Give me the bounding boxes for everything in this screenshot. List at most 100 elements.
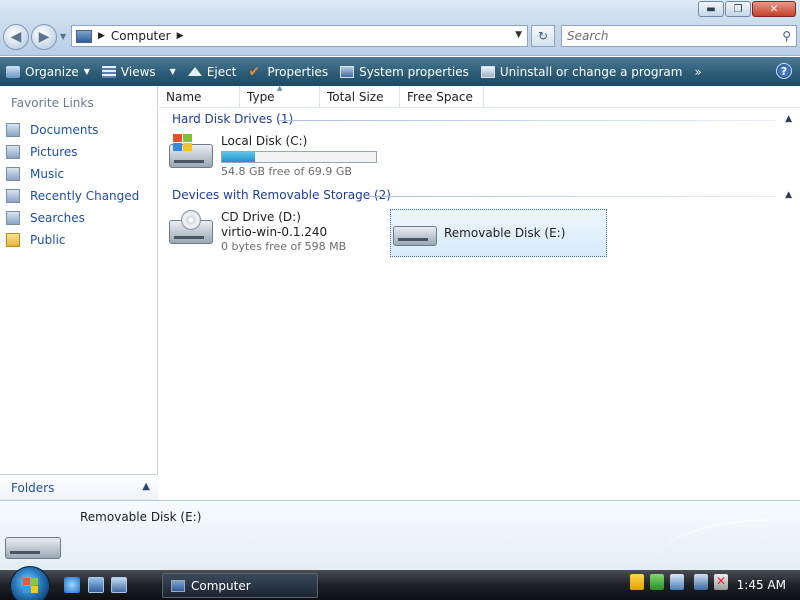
column-header-name[interactable]: Name — [159, 86, 240, 108]
favorite-links-heading: Favorite Links — [11, 96, 94, 110]
capacity-bar — [221, 151, 377, 163]
system-properties-button[interactable]: System properties — [334, 57, 475, 86]
favorite-links-list: Documents Pictures Music Recently Change… — [6, 119, 139, 251]
address-bar[interactable]: ▶ Computer ▶ ▼ — [71, 25, 528, 47]
sidebar-item-label: Pictures — [30, 145, 78, 159]
sidebar-item-searches[interactable]: Searches — [6, 207, 139, 229]
eject-button[interactable]: Eject — [182, 57, 243, 86]
forward-button[interactable]: ▶ — [31, 24, 57, 50]
network-icon[interactable] — [694, 574, 708, 590]
drive-volume-label: virtio-win-0.1.240 — [221, 225, 328, 239]
back-button[interactable]: ◀ — [3, 24, 29, 50]
group-label: Hard Disk Drives (1) — [172, 112, 294, 126]
uninstall-program-button[interactable]: Uninstall or change a program — [475, 57, 689, 86]
drive-item-e[interactable]: Removable Disk (E:) — [390, 209, 607, 257]
removable-disk-icon — [5, 523, 63, 563]
details-pane: Removable Disk (E:) — [0, 500, 800, 570]
volume-muted-icon[interactable]: ✕ — [714, 574, 728, 590]
internet-explorer-icon[interactable] — [64, 577, 80, 593]
refresh-icon: ↻ — [537, 29, 549, 43]
sidebar-item-documents[interactable]: Documents — [6, 119, 139, 141]
sidebar-item-music[interactable]: Music — [6, 163, 139, 185]
taskbar-button-computer[interactable]: Computer — [162, 573, 318, 598]
organize-label: Organize — [25, 64, 79, 79]
cd-drive-icon — [167, 210, 215, 250]
views-icon — [101, 65, 116, 78]
breadcrumb-separator-icon[interactable]: ▶ — [98, 31, 105, 41]
minimize-button[interactable]: ▬ — [698, 1, 724, 17]
chevron-down-icon: ▼ — [83, 67, 90, 76]
system-properties-label: System properties — [359, 64, 469, 79]
group-header-hard-disk-drives[interactable]: Hard Disk Drives (1) — [172, 112, 293, 126]
organize-icon — [6, 65, 20, 78]
column-label: Name — [166, 90, 202, 104]
start-button[interactable] — [10, 566, 50, 600]
column-header-free-space[interactable]: Free Space — [400, 86, 484, 108]
column-label: Free Space — [407, 90, 473, 104]
searches-icon — [6, 211, 20, 225]
collapse-group-icon[interactable]: ▲ — [785, 114, 792, 124]
breadcrumb-separator-icon[interactable]: ▶ — [177, 31, 184, 41]
column-header-type[interactable]: ▲ Type — [240, 84, 320, 108]
clock[interactable]: 1:45 AM — [737, 578, 786, 592]
search-input[interactable]: Search ⚲ — [561, 25, 797, 47]
local-disk-icon — [167, 134, 215, 174]
drive-free-space: 0 bytes free of 598 MB — [221, 240, 347, 253]
group-label: Devices with Removable Storage (2) — [172, 188, 391, 202]
breadcrumb-computer[interactable]: Computer — [111, 29, 171, 43]
drive-item-d[interactable]: CD Drive (D:) virtio-win-0.1.240 0 bytes… — [167, 210, 346, 253]
drive-name: Removable Disk (E:) — [444, 226, 566, 240]
computer-icon — [76, 29, 92, 43]
removable-disk-icon — [391, 214, 439, 254]
windows-update-icon[interactable] — [670, 574, 684, 590]
forward-arrow-icon: ▶ — [38, 29, 50, 45]
properties-button[interactable]: ✔ Properties — [242, 57, 334, 86]
chevron-up-icon: ▲ — [142, 481, 150, 492]
group-divider — [279, 120, 776, 121]
address-dropdown-icon[interactable]: ▼ — [515, 30, 522, 40]
taskbar-button-label: Computer — [191, 578, 251, 593]
collapse-group-icon[interactable]: ▲ — [785, 190, 792, 200]
uninstall-label: Uninstall or change a program — [499, 64, 683, 79]
sidebar-item-label: Searches — [30, 211, 85, 225]
drive-item-c[interactable]: Local Disk (C:) 54.8 GB free of 69.9 GB — [167, 134, 377, 178]
command-bar: Organize ▼ Views ▼ Eject ✔ Properties Sy… — [0, 57, 800, 86]
decorative-swoosh — [650, 519, 770, 569]
sidebar-item-recently-changed[interactable]: Recently Changed — [6, 185, 139, 207]
uninstall-icon — [480, 65, 495, 78]
safely-remove-hardware-icon[interactable] — [650, 574, 664, 590]
refresh-button[interactable]: ↻ — [531, 25, 555, 47]
help-button[interactable]: ? — [776, 63, 792, 79]
capacity-bar-fill — [222, 152, 256, 162]
search-placeholder: Search — [567, 29, 609, 43]
music-icon — [6, 167, 20, 181]
switch-windows-icon[interactable] — [111, 577, 127, 593]
sidebar-item-label: Documents — [30, 123, 99, 137]
system-tray: ✕ — [630, 574, 728, 590]
eject-label: Eject — [206, 64, 237, 79]
toolbar-overflow-button[interactable]: » — [688, 57, 707, 86]
security-shield-icon[interactable] — [630, 574, 644, 590]
maximize-button[interactable]: ❐ — [725, 1, 751, 17]
folders-label: Folders — [11, 480, 55, 495]
show-desktop-icon[interactable] — [88, 577, 104, 593]
sidebar-item-label: Public — [30, 233, 66, 247]
drive-name: CD Drive (D:) — [221, 210, 301, 224]
overflow-chevron-icon: » — [694, 64, 702, 79]
eject-icon — [187, 67, 202, 76]
sidebar-item-pictures[interactable]: Pictures — [6, 141, 139, 163]
window-controls: ▬ ❐ ✕ — [698, 1, 796, 17]
views-button[interactable]: Views ▼ — [96, 57, 182, 86]
group-header-removable-storage[interactable]: Devices with Removable Storage (2) — [172, 188, 391, 202]
close-button[interactable]: ✕ — [752, 1, 796, 17]
windows-logo-icon — [23, 578, 39, 594]
folders-toggle[interactable]: Folders ▲ — [0, 474, 158, 500]
pictures-icon — [6, 145, 20, 159]
column-headers: Name ▲ Type Total Size Free Space — [159, 84, 800, 108]
sidebar-item-public[interactable]: Public — [6, 229, 139, 251]
organize-button[interactable]: Organize ▼ — [0, 57, 96, 86]
column-header-total-size[interactable]: Total Size — [320, 86, 400, 108]
recent-pages-dropdown-icon[interactable]: ▼ — [60, 32, 66, 41]
search-icon[interactable]: ⚲ — [782, 29, 791, 43]
views-label: Views — [120, 64, 156, 79]
